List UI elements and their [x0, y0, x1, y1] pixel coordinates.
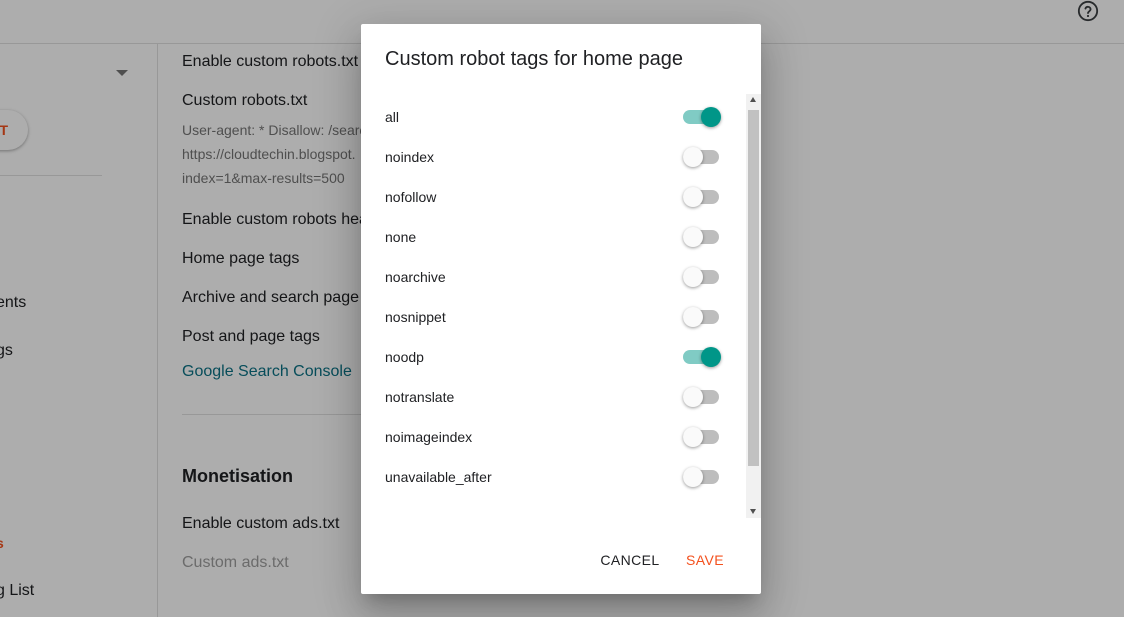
robot-tags-list: all noindex nofollow none noarchive nosn…: [361, 94, 745, 518]
toggle-thumb: [683, 227, 703, 247]
robot-tag-row-nosnippet: nosnippet: [361, 297, 745, 337]
robot-tag-toggle-noodp[interactable]: [683, 346, 721, 368]
robot-tag-toggle-nosnippet[interactable]: [683, 306, 721, 328]
robot-tag-row-notranslate: notranslate: [361, 377, 745, 417]
robot-tag-row-all: all: [361, 97, 745, 137]
robot-tag-toggle-noindex[interactable]: [683, 146, 721, 168]
robot-tag-toggle-noimageindex[interactable]: [683, 426, 721, 448]
toggle-thumb: [701, 347, 721, 367]
toggle-thumb: [683, 427, 703, 447]
robot-tag-row-none: none: [361, 217, 745, 257]
robot-tag-label: notranslate: [385, 389, 455, 405]
scroll-up-arrow-icon[interactable]: [750, 97, 756, 102]
robot-tag-toggle-noarchive[interactable]: [683, 266, 721, 288]
dialog-title: Custom robot tags for home page: [385, 48, 683, 70]
robot-tag-toggle-unavailable-after[interactable]: [683, 466, 721, 488]
robot-tag-toggle-notranslate[interactable]: [683, 386, 721, 408]
scrollbar-thumb[interactable]: [748, 110, 759, 466]
toggle-thumb: [683, 307, 703, 327]
robot-tag-label: none: [385, 229, 417, 245]
toggle-thumb: [683, 387, 703, 407]
robot-tag-toggle-nofollow[interactable]: [683, 186, 721, 208]
scroll-down-arrow-icon[interactable]: [750, 509, 756, 514]
toggle-thumb: [683, 147, 703, 167]
robot-tag-label: nosnippet: [385, 309, 446, 325]
robot-tag-row-noodp: noodp: [361, 337, 745, 377]
robot-tag-row-unavailable-after: unavailable_after: [361, 457, 745, 497]
toggle-thumb: [683, 267, 703, 287]
robot-tag-label: all: [385, 109, 400, 125]
robot-tag-label: noimageindex: [385, 429, 473, 445]
toggle-thumb: [701, 107, 721, 127]
save-button[interactable]: SAVE: [677, 544, 733, 576]
robot-tag-row-noindex: noindex: [361, 137, 745, 177]
toggle-thumb: [683, 467, 703, 487]
robot-tag-label: noarchive: [385, 269, 446, 285]
dialog-scrollbar[interactable]: [746, 94, 761, 518]
custom-robot-tags-dialog: Custom robot tags for home page all noin…: [361, 24, 761, 594]
robot-tag-row-noarchive: noarchive: [361, 257, 745, 297]
robot-tag-label: noodp: [385, 349, 424, 365]
robot-tag-toggle-none[interactable]: [683, 226, 721, 248]
robot-tag-label: unavailable_after: [385, 469, 492, 485]
cancel-button[interactable]: CANCEL: [593, 544, 667, 576]
robot-tag-row-nofollow: nofollow: [361, 177, 745, 217]
robot-tag-row-noimageindex: noimageindex: [361, 417, 745, 457]
robot-tag-label: noindex: [385, 149, 435, 165]
toggle-thumb: [683, 187, 703, 207]
robot-tag-toggle-all[interactable]: [683, 106, 721, 128]
robot-tag-label: nofollow: [385, 189, 437, 205]
